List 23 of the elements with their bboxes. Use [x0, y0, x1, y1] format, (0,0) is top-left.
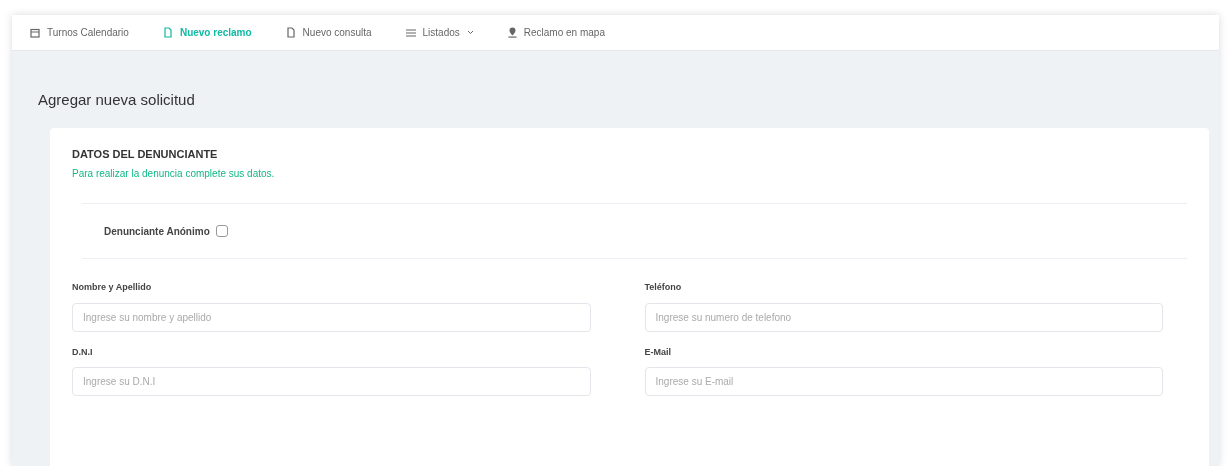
calendar-icon [30, 27, 40, 38]
input-field[interactable]: Ingrese su E-mail [644, 367, 1163, 396]
field-label: D.N.I [72, 345, 94, 359]
field-label: Nombre y Apellido [72, 281, 153, 294]
map-pin-icon [507, 27, 517, 38]
input-field[interactable]: Ingrese su nombre y apellido [72, 302, 591, 332]
section-subtitle: Para realizar la denuncia complete sus datos. [72, 167, 276, 181]
page-title: Agregar nueva solicitud [38, 90, 196, 110]
input-field[interactable]: Ingrese su numero de telefono [644, 302, 1163, 332]
nav-link[interactable]: Nuevo consulta [285, 25, 372, 40]
document-icon [162, 27, 173, 38]
caret-icon [466, 30, 474, 35]
field-label: Teléfono [644, 281, 683, 294]
anonymous-checkbox[interactable] [215, 225, 228, 237]
document-icon [285, 27, 296, 38]
input-field[interactable]: Ingrese su D.N.I [72, 367, 591, 396]
nav-link[interactable]: Listados [405, 25, 474, 40]
nav-link[interactable]: Turnos Calendario [30, 25, 129, 40]
field-label: E-Mail [644, 345, 672, 359]
checkbox-label: Denunciante Anónimo [104, 224, 210, 239]
list-icon [405, 28, 416, 37]
nav-link[interactable]: Reclamo en mapa [507, 25, 605, 40]
section-title: DATOS DEL DENUNCIANTE [72, 146, 219, 162]
